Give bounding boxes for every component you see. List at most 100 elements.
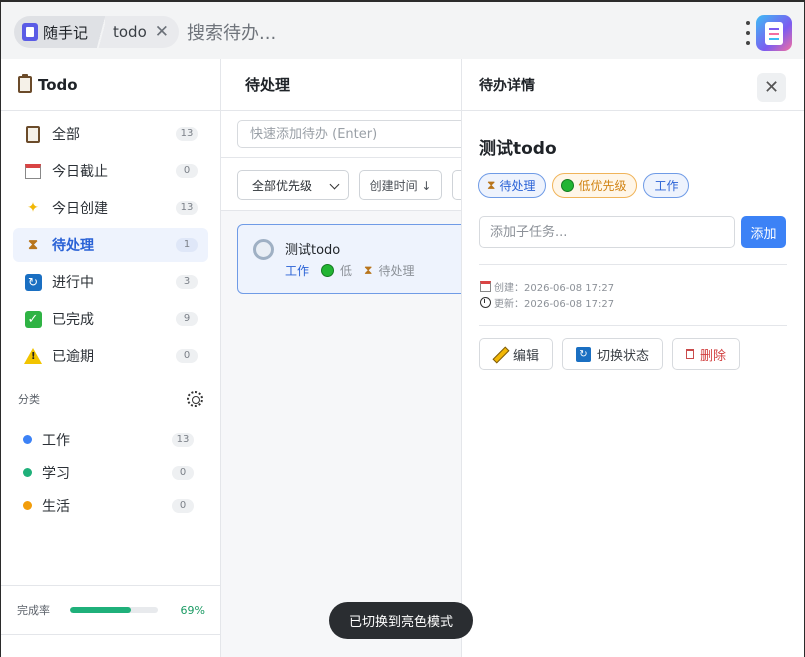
sidebar-item-label: 待处理 <box>52 238 94 254</box>
sidebar-item-overdue[interactable]: 已逾期 0 <box>13 339 208 373</box>
todo-category: 工作 <box>285 264 310 278</box>
tab-label: todo <box>113 23 147 41</box>
sidebar-item-due-today[interactable]: 今日截止 0 <box>13 154 208 188</box>
completion-rate: 完成率 69% <box>1 585 221 635</box>
toast-message: 已切换到亮色模式 <box>329 602 473 639</box>
priority-dot-icon <box>561 179 575 192</box>
sidebar-item-pending[interactable]: ⧗ 待处理 1 <box>13 228 208 262</box>
pencil-icon <box>493 347 507 361</box>
count-badge: 0 <box>172 499 194 513</box>
sidebar-item-label: 已完成 <box>52 312 94 328</box>
sidebar-item-label: 进行中 <box>52 275 94 291</box>
priority-badge[interactable]: 低优先级 <box>552 173 638 198</box>
gear-icon[interactable] <box>187 391 203 407</box>
trash-icon <box>686 349 694 359</box>
complete-checkbox[interactable] <box>253 239 274 260</box>
category-label: 工作 <box>42 432 70 449</box>
detail-tags: ⧗ 待处理 低优先级 工作 <box>478 173 690 198</box>
category-label: 学习 <box>42 465 70 482</box>
breadcrumb-app[interactable]: 随手记 <box>14 16 99 48</box>
sidebar: Todo 全部 13 今日截止 0 ✦ 今日创建 13 ⧗ 待处理 1 ↻ 进行… <box>0 59 221 657</box>
delete-label: 删除 <box>700 348 727 364</box>
hourglass-icon: ⧗ <box>28 237 38 253</box>
count-badge: 0 <box>172 466 194 480</box>
toggle-status-button[interactable]: ↻ 切换状态 <box>562 338 664 370</box>
category-color-dot <box>23 435 32 444</box>
status-label: 待处理 <box>499 179 536 193</box>
detail-title: 测试todo <box>479 139 557 159</box>
notebook-icon <box>22 23 38 41</box>
hourglass-icon: ⧗ <box>487 178 496 192</box>
clock-icon <box>480 297 491 308</box>
count-badge: 9 <box>176 312 198 326</box>
warning-icon <box>24 347 42 365</box>
sidebar-item-completed[interactable]: ✓ 已完成 9 <box>13 302 208 336</box>
edit-label: 编辑 <box>513 348 540 364</box>
count-badge: 0 <box>176 349 198 363</box>
calendar-icon <box>24 162 42 180</box>
close-tab-icon[interactable]: ✕ <box>155 22 169 42</box>
category-badge[interactable]: 工作 <box>643 173 690 198</box>
cycle-icon: ↻ <box>24 273 42 291</box>
sidebar-title: Todo <box>38 75 78 94</box>
category-color-dot <box>23 468 32 477</box>
clipboard-icon <box>18 74 32 93</box>
category-item-work[interactable]: 工作 13 <box>1 423 220 456</box>
edit-button[interactable]: 编辑 <box>479 338 554 370</box>
sidebar-header: Todo <box>1 59 220 111</box>
category-list: 工作 13 学习 0 生活 0 <box>1 407 220 522</box>
more-menu-icon[interactable] <box>744 21 752 45</box>
quick-add-input[interactable] <box>237 120 477 148</box>
priority-filter-select[interactable]: 全部优先级 <box>237 170 349 200</box>
categories-header: 分类 <box>1 391 220 407</box>
sparkle-icon: ✦ <box>27 200 39 216</box>
calendar-icon <box>480 281 491 292</box>
todo-title: 测试todo <box>285 243 341 258</box>
check-icon: ✓ <box>24 310 42 328</box>
completion-percent: 69% <box>180 603 205 617</box>
list-title: 待处理 <box>221 59 462 111</box>
add-subtask-button[interactable]: 添加 <box>741 216 786 248</box>
count-badge: 1 <box>176 238 198 252</box>
category-label: 工作 <box>654 179 679 193</box>
category-label: 生活 <box>42 498 70 515</box>
todo-meta: 工作 低 ⧗ 待处理 <box>285 262 414 279</box>
quick-add-bar <box>221 111 477 158</box>
close-icon[interactable]: ✕ <box>757 73 786 102</box>
completion-label: 完成率 <box>17 604 50 617</box>
cycle-icon: ↻ <box>576 346 591 362</box>
search-input[interactable] <box>187 20 687 46</box>
progress-fill <box>70 607 131 613</box>
sidebar-item-label: 今日截止 <box>52 164 108 180</box>
created-timestamp: 创建：2026-06-08 17:27 <box>480 279 614 294</box>
sidebar-item-label: 已逾期 <box>52 349 94 365</box>
clipboard-icon <box>24 125 42 143</box>
list-item[interactable]: 测试todo 工作 低 ⧗ 待处理 <box>237 224 477 294</box>
category-item-study[interactable]: 学习 0 <box>1 456 220 489</box>
category-item-life[interactable]: 生活 0 <box>1 489 220 522</box>
count-badge: 0 <box>176 164 198 178</box>
subtask-input[interactable] <box>479 216 735 248</box>
updated-text: 更新：2026-06-08 17:27 <box>494 299 615 310</box>
detail-panel: 待办详情 ✕ 测试todo ⧗ 待处理 低优先级 工作 添加 创建：2026-0… <box>461 59 805 657</box>
breadcrumb-tab-todo[interactable]: todo ✕ <box>105 16 180 48</box>
count-badge: 13 <box>176 201 198 215</box>
completion-progress-bar <box>70 607 158 613</box>
sidebar-item-label: 全部 <box>52 127 80 143</box>
sidebar-item-label: 今日创建 <box>52 201 108 217</box>
top-bar: 随手记 todo ✕ <box>0 0 805 59</box>
sidebar-item-created-today[interactable]: ✦ 今日创建 13 <box>13 191 208 225</box>
app-logo-icon <box>756 15 792 51</box>
todo-priority: 低 <box>340 264 353 278</box>
todo-list-panel: 待处理 全部优先级 创建时间 ↓ 测试todo 工作 低 ⧗ 待处理 <box>221 59 477 657</box>
delete-button[interactable]: 删除 <box>672 338 741 370</box>
count-badge: 13 <box>172 433 194 447</box>
sidebar-item-all[interactable]: 全部 13 <box>13 117 208 151</box>
sort-button[interactable]: 创建时间 ↓ <box>359 170 442 200</box>
count-badge: 3 <box>176 275 198 289</box>
sidebar-item-in-progress[interactable]: ↻ 进行中 3 <box>13 265 208 299</box>
status-badge[interactable]: ⧗ 待处理 <box>478 173 547 198</box>
divider <box>479 264 787 265</box>
filter-bar: 全部优先级 创建时间 ↓ <box>221 158 466 211</box>
priority-dot-icon <box>321 264 335 277</box>
